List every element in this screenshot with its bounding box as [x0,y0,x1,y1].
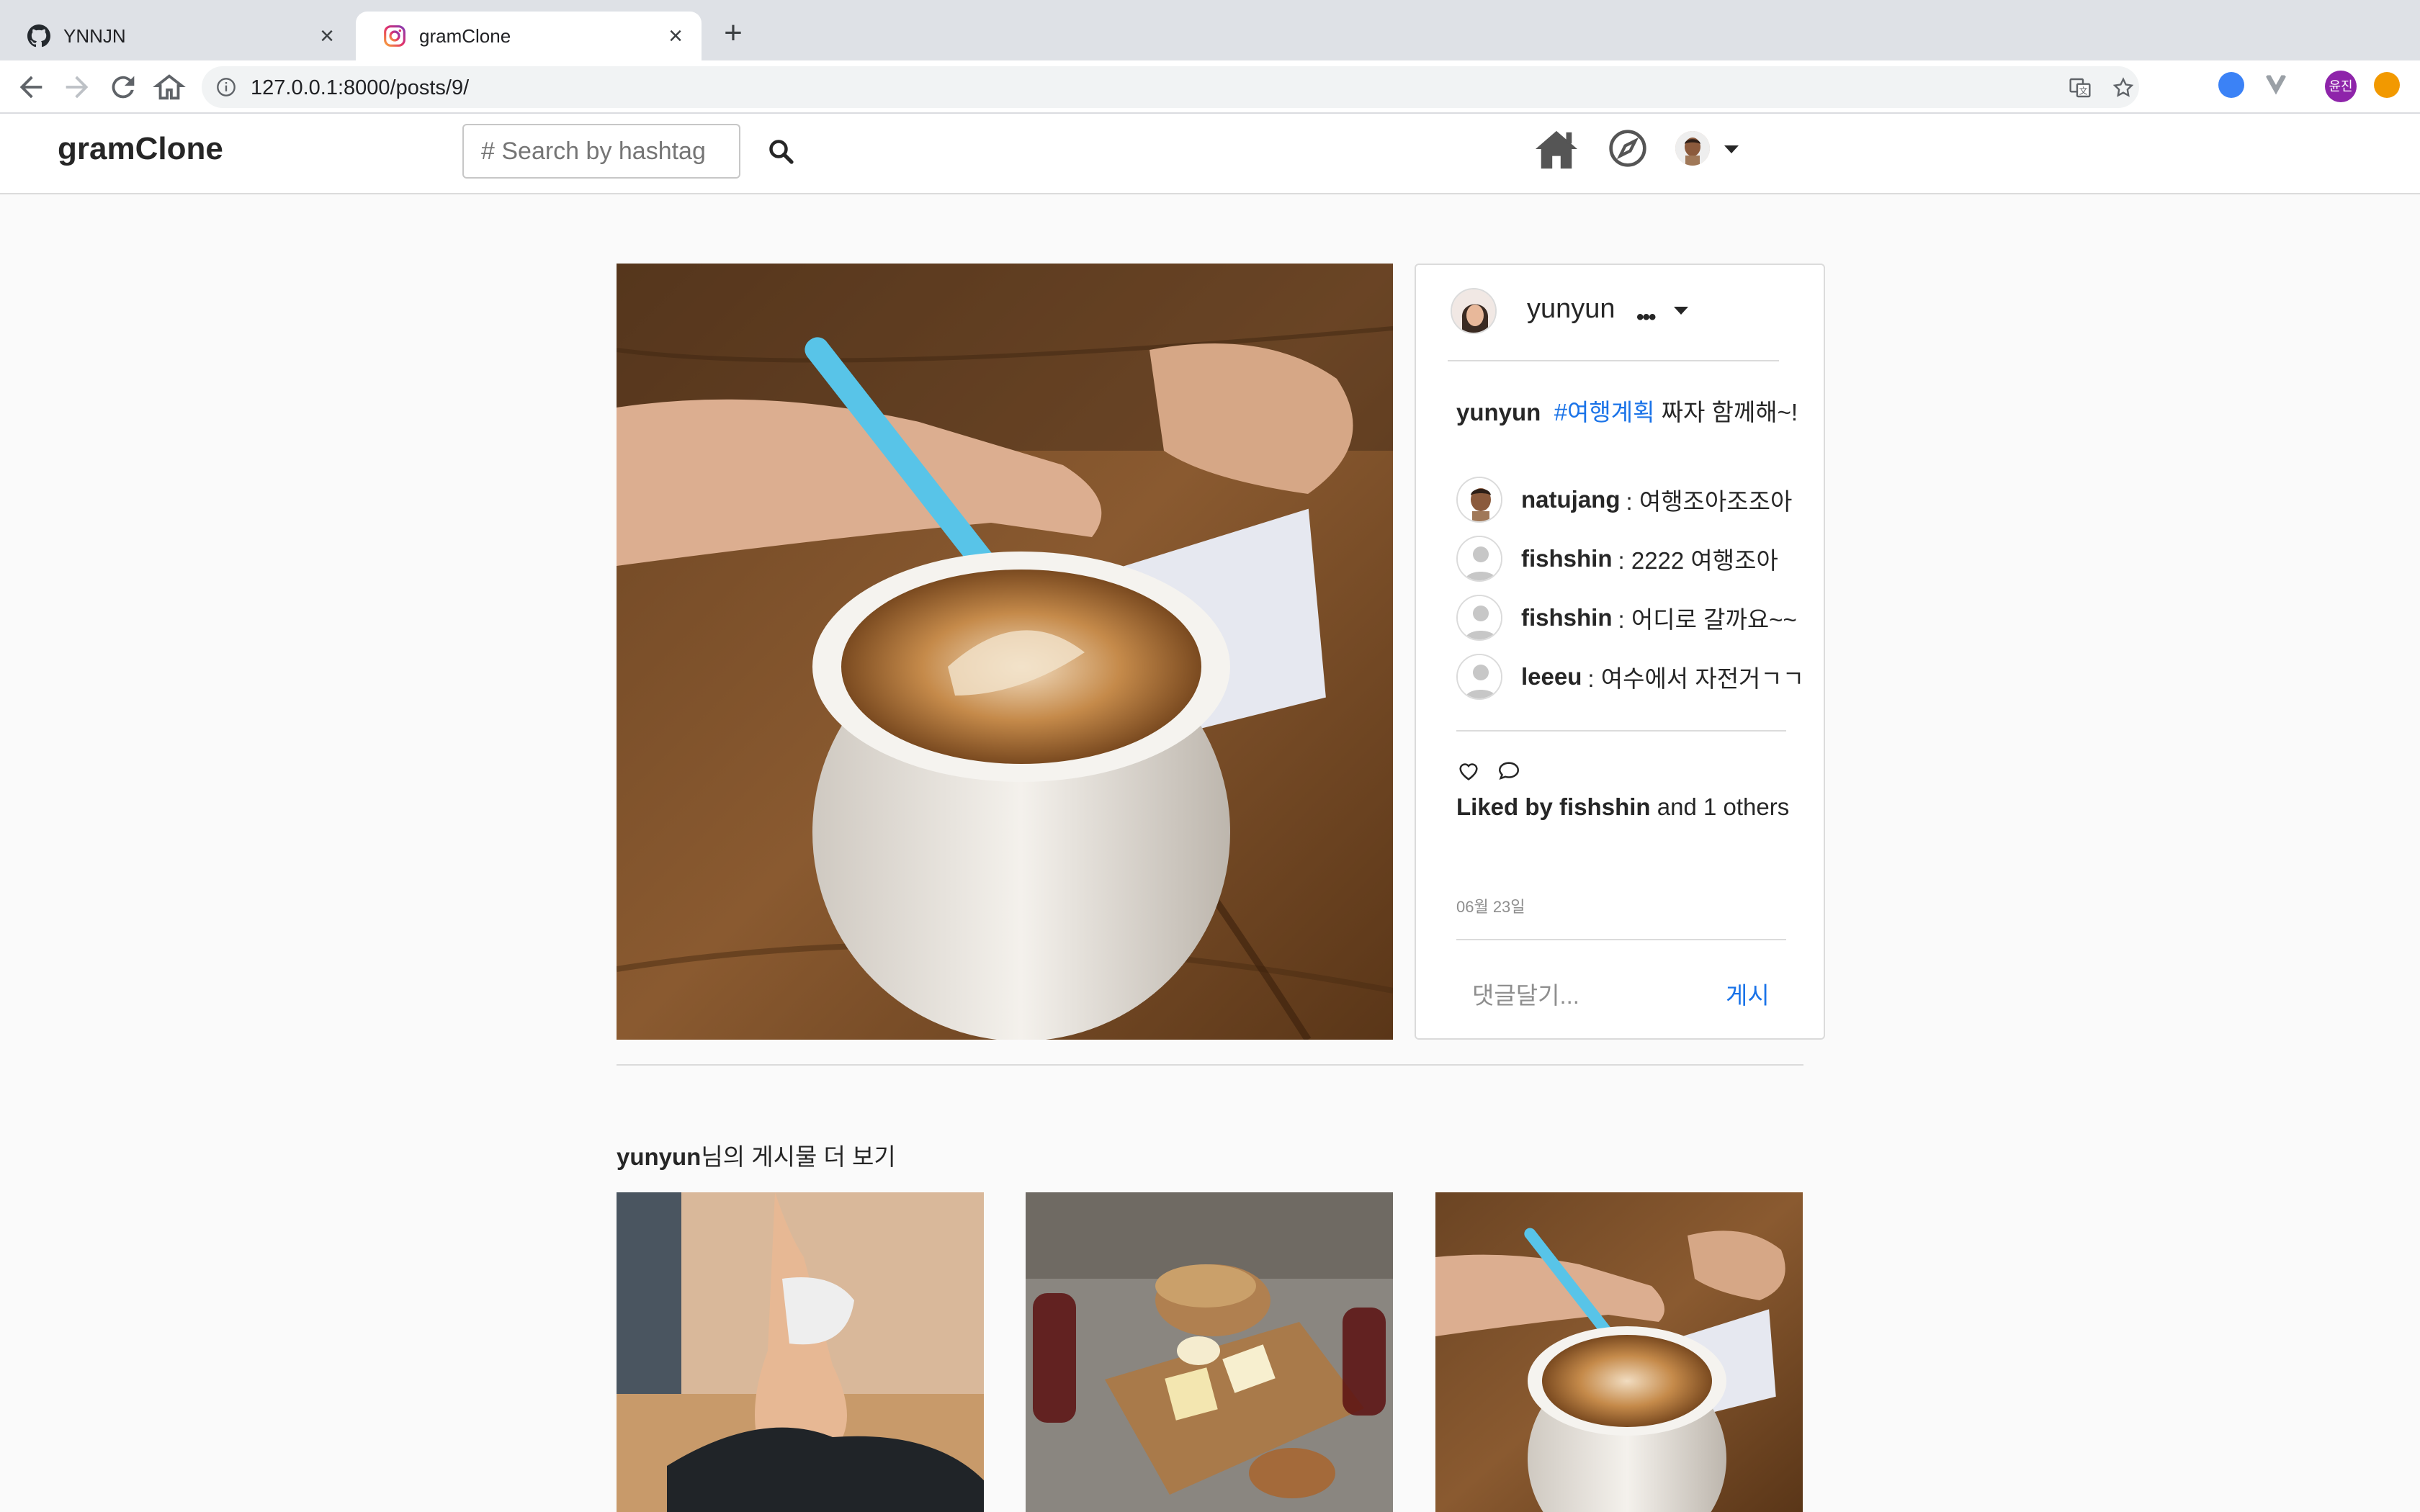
tab-title: YNNJN [63,24,126,47]
likes-prefix: Liked by [1456,793,1553,820]
translate-icon[interactable]: 文 [2069,76,2092,99]
comment-text: : 어디로 갈까요~~ [1618,606,1797,633]
comment-text: : 2222 여행조아 [1618,547,1778,574]
default-user-icon [1458,537,1501,580]
instagram-icon [384,25,405,47]
post-image[interactable] [617,264,1393,1040]
close-tab-icon[interactable]: × [663,23,689,49]
divider [1448,360,1779,361]
likes-suffix[interactable]: and 1 others [1657,793,1789,820]
more-posts-suffix: 님의 게시물 더 보기 [701,1143,896,1170]
user-menu-caret-icon[interactable] [1724,145,1739,153]
author-avatar[interactable] [1451,288,1497,334]
cheese-and-wine-photo [1026,1192,1393,1512]
divider [1456,939,1786,940]
thumbnail-coffee-and-notes[interactable] [1435,1192,1803,1512]
more-posts-title: yunyun님의 게시물 더 보기 [617,1138,896,1172]
memoji-avatar-icon [1452,289,1495,333]
brand-logo[interactable]: gramClone [58,131,223,167]
coffee-and-notes-photo [617,264,1393,1040]
extension-icon[interactable] [2218,72,2244,98]
browser-toolbar: 127.0.0.1:8000/posts/9/ 文 윤진 [0,60,2420,114]
vue-devtools-icon[interactable] [2263,72,2289,98]
browser-tab-gramclone[interactable]: gramClone × [356,12,702,60]
hashtag-link[interactable]: #여행계획 [1554,399,1655,426]
forward-icon[interactable] [60,71,94,104]
commenter-avatar[interactable] [1456,536,1502,582]
post-comment-button[interactable]: 게시 [1726,976,1770,1011]
default-user-icon [1458,596,1501,639]
profile-avatar[interactable]: 윤진 [2325,71,2357,102]
close-tab-icon[interactable]: × [314,23,340,49]
commenter-username[interactable]: fishshin [1521,604,1613,631]
coffee-and-notes-photo [1435,1192,1803,1512]
comment-input[interactable]: 댓글달기... [1472,976,1579,1011]
commenter-username[interactable]: fishshin [1521,545,1613,572]
commenter-username[interactable]: natujang [1521,486,1621,513]
commenter-avatar[interactable] [1456,654,1502,700]
comment-item: natujang : 여행조아조조아 [1456,475,1792,524]
comment-text: : 여행조아조조아 [1626,488,1793,515]
search-icon[interactable] [768,138,794,164]
options-caret-icon[interactable] [1674,307,1688,315]
memoji-avatar-icon [1675,131,1710,166]
thumbnail-cheese-and-wine[interactable] [1026,1192,1393,1512]
likes-user[interactable]: fishshin [1559,793,1651,820]
explore-compass-icon[interactable] [1608,128,1648,168]
caption-author[interactable]: yunyun [1456,399,1541,426]
reload-icon[interactable] [107,71,140,104]
comment-item: leeeu : 여수에서 자전거ㄱㄱ [1456,652,1804,701]
commenter-avatar[interactable] [1456,595,1502,641]
default-user-icon [1458,655,1501,698]
post-actions [1456,759,1521,783]
address-bar[interactable]: 127.0.0.1:8000/posts/9/ 文 [202,66,2139,108]
hashtag-search-input[interactable] [462,124,740,179]
new-tab-icon[interactable]: + [717,17,749,50]
likes-summary: Liked by fishshin and 1 others [1456,793,1789,821]
tab-title: gramClone [419,24,511,47]
home-browser-icon[interactable] [153,71,186,104]
site-info-icon[interactable] [216,77,236,97]
memoji-avatar-icon [1458,478,1501,521]
app-navbar: gramClone [0,114,2420,194]
bookmark-star-icon[interactable] [2112,76,2135,99]
browser-tabstrip: YNNJN × gramClone × + [0,0,2420,60]
caption-text: 짜자 함께해~! [1661,399,1798,426]
commenter-avatar[interactable] [1456,477,1502,523]
home-icon[interactable] [1534,128,1579,170]
author-username[interactable]: yunyun [1527,294,1615,325]
comment-item: fishshin : 2222 여행조아 [1456,534,1778,583]
back-icon[interactable] [14,71,48,104]
comment-bubble-icon[interactable] [1497,759,1521,783]
extension-orange-icon[interactable] [2374,72,2400,98]
url-text: 127.0.0.1:8000/posts/9/ [251,76,470,99]
commenter-username[interactable]: leeeu [1521,663,1582,690]
post-date: 06월 23일 [1456,898,1525,916]
post-details-panel: yunyun ••• yunyun #여행계획 짜자 함께해~! natujan… [1415,264,1825,1040]
browser-tab-github[interactable]: YNNJN × [0,12,353,60]
thumbnail-yoga[interactable] [617,1192,984,1512]
comment-item: fishshin : 어디로 갈까요~~ [1456,593,1797,642]
github-icon [27,24,50,48]
user-avatar[interactable] [1675,131,1710,166]
section-divider [617,1064,1803,1066]
svg-text:文: 文 [2079,86,2088,96]
heart-icon[interactable] [1456,759,1481,783]
comment-text: : 여수에서 자전거ㄱㄱ [1587,665,1805,692]
divider [1456,730,1786,732]
more-options-icon[interactable]: ••• [1636,305,1656,330]
post-caption: yunyun #여행계획 짜자 함께해~! [1456,393,1798,428]
more-posts-user[interactable]: yunyun [617,1143,701,1170]
yoga-photo [617,1192,984,1512]
